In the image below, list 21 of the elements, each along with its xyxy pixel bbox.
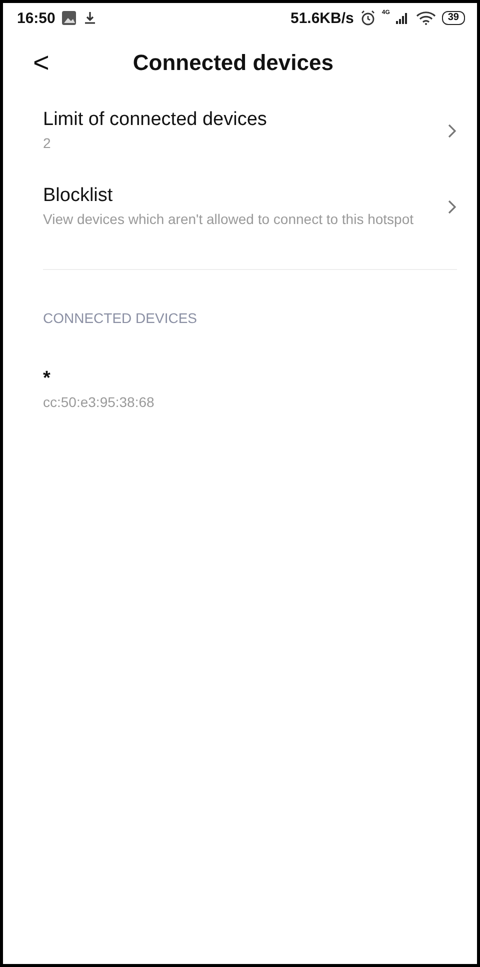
download-icon xyxy=(83,11,98,25)
settings-item-subtitle: View devices which aren't allowed to connect to this hotspot xyxy=(43,210,415,229)
signal-icon xyxy=(396,12,410,24)
gallery-icon xyxy=(61,10,78,26)
chevron-icon xyxy=(447,199,457,215)
settings-item-title: Limit of connected devices xyxy=(43,109,268,131)
device-address: cc:50:e3:95:38:68 xyxy=(43,394,156,410)
back-button[interactable]: < xyxy=(33,49,50,77)
settings-item[interactable]: Blocklist View devices which aren't allowed to connect to this hotspot xyxy=(3,169,477,245)
clock: 16:50 xyxy=(17,10,56,26)
alarm-icon xyxy=(360,10,376,26)
settings-item-title: Blocklist xyxy=(43,185,114,207)
chevron-icon xyxy=(447,123,457,139)
device-name: * xyxy=(43,368,52,390)
section-heading: CONNECTED DEVICES xyxy=(42,309,198,326)
wifi-icon xyxy=(416,11,436,25)
page-title: Connected devices xyxy=(132,50,334,76)
battery-indicator: 39 xyxy=(442,11,465,25)
network-speed: 51.6KB/s xyxy=(290,10,354,26)
settings-item-subtitle: 2 xyxy=(43,134,52,153)
settings-item[interactable]: Limit of connected devices 2 xyxy=(3,93,477,169)
